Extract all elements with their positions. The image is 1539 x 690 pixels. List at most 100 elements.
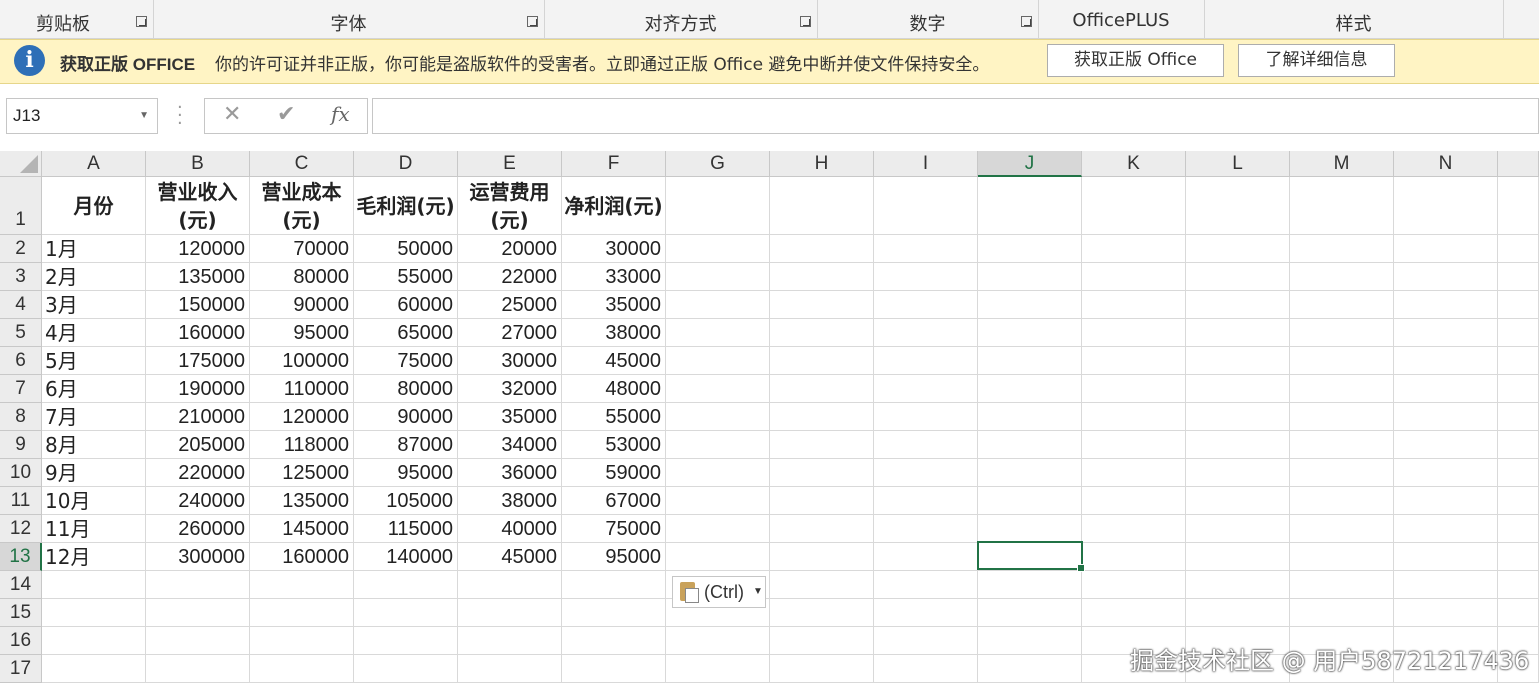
table-cell[interactable] <box>978 459 1082 487</box>
table-cell[interactable]: 35000 <box>562 291 666 319</box>
table-cell[interactable] <box>458 627 562 655</box>
table-cell[interactable] <box>354 655 458 683</box>
table-cell[interactable] <box>1394 403 1498 431</box>
table-cell[interactable]: 140000 <box>354 543 458 571</box>
table-cell[interactable] <box>1082 431 1186 459</box>
table-cell[interactable] <box>562 571 666 599</box>
table-cell[interactable] <box>978 291 1082 319</box>
table-cell[interactable]: 30000 <box>562 235 666 263</box>
table-cell[interactable] <box>1186 319 1290 347</box>
table-cell[interactable]: 120000 <box>250 403 354 431</box>
table-cell[interactable] <box>874 347 978 375</box>
row-header-2[interactable]: 2 <box>0 235 42 263</box>
dialog-launcher-icon[interactable] <box>136 16 147 27</box>
table-cell[interactable] <box>874 627 978 655</box>
table-cell[interactable]: 190000 <box>146 375 250 403</box>
table-cell[interactable]: 20000 <box>458 235 562 263</box>
table-cell[interactable] <box>874 177 978 235</box>
table-cell[interactable]: 38000 <box>458 487 562 515</box>
table-cell[interactable] <box>666 291 770 319</box>
column-header-l[interactable]: L <box>1186 151 1290 177</box>
table-cell[interactable]: 115000 <box>354 515 458 543</box>
column-header-n[interactable]: N <box>1394 151 1498 177</box>
table-cell[interactable]: 5月 <box>42 347 146 375</box>
table-cell[interactable]: 70000 <box>250 235 354 263</box>
table-cell[interactable] <box>1290 431 1394 459</box>
table-cell[interactable]: 38000 <box>562 319 666 347</box>
table-cell[interactable]: 55000 <box>354 263 458 291</box>
cancel-icon[interactable]: ✕ <box>223 102 241 127</box>
table-cell[interactable]: 118000 <box>250 431 354 459</box>
table-cell[interactable]: 65000 <box>354 319 458 347</box>
table-cell[interactable]: 50000 <box>354 235 458 263</box>
table-cell[interactable] <box>770 431 874 459</box>
chevron-down-icon[interactable]: ▼ <box>139 99 149 133</box>
table-cell[interactable]: 6月 <box>42 375 146 403</box>
table-cell[interactable] <box>1082 291 1186 319</box>
table-cell[interactable] <box>1394 177 1498 235</box>
table-cell[interactable] <box>874 235 978 263</box>
table-cell[interactable] <box>1186 291 1290 319</box>
table-cell[interactable]: 67000 <box>562 487 666 515</box>
table-cell[interactable] <box>42 627 146 655</box>
table-cell[interactable] <box>146 627 250 655</box>
table-cell[interactable] <box>666 543 770 571</box>
table-cell[interactable] <box>1394 459 1498 487</box>
table-cell[interactable] <box>1186 571 1290 599</box>
row-header-10[interactable]: 10 <box>0 459 42 487</box>
table-cell[interactable] <box>1186 487 1290 515</box>
table-cell[interactable] <box>458 599 562 627</box>
table-cell[interactable] <box>1082 487 1186 515</box>
table-cell[interactable] <box>1186 263 1290 291</box>
table-cell[interactable]: 1月 <box>42 235 146 263</box>
table-cell[interactable] <box>1290 459 1394 487</box>
table-cell[interactable]: 150000 <box>146 291 250 319</box>
table-cell[interactable]: 59000 <box>562 459 666 487</box>
table-cell[interactable] <box>1498 235 1539 263</box>
table-cell[interactable] <box>1394 543 1498 571</box>
table-cell[interactable] <box>874 319 978 347</box>
table-cell[interactable] <box>978 515 1082 543</box>
table-cell[interactable] <box>978 599 1082 627</box>
table-cell[interactable]: 毛利润(元) <box>354 177 458 235</box>
table-cell[interactable] <box>874 571 978 599</box>
table-cell[interactable]: 53000 <box>562 431 666 459</box>
row-header-4[interactable]: 4 <box>0 291 42 319</box>
table-cell[interactable] <box>250 655 354 683</box>
table-cell[interactable] <box>1498 177 1539 235</box>
column-header-f[interactable]: F <box>562 151 666 177</box>
table-cell[interactable] <box>978 375 1082 403</box>
table-cell[interactable] <box>562 627 666 655</box>
table-cell[interactable]: 7月 <box>42 403 146 431</box>
table-cell[interactable]: 8月 <box>42 431 146 459</box>
table-cell[interactable] <box>770 403 874 431</box>
table-cell[interactable] <box>1394 515 1498 543</box>
table-cell[interactable] <box>770 291 874 319</box>
row-header-16[interactable]: 16 <box>0 627 42 655</box>
table-cell[interactable] <box>1394 291 1498 319</box>
table-cell[interactable] <box>770 515 874 543</box>
table-cell[interactable]: 135000 <box>250 487 354 515</box>
table-cell[interactable] <box>1290 403 1394 431</box>
table-cell[interactable]: 34000 <box>458 431 562 459</box>
table-cell[interactable] <box>1498 459 1539 487</box>
row-header-12[interactable]: 12 <box>0 515 42 543</box>
table-cell[interactable] <box>666 263 770 291</box>
row-header-13[interactable]: 13 <box>0 543 42 571</box>
table-cell[interactable]: 3月 <box>42 291 146 319</box>
table-cell[interactable]: 205000 <box>146 431 250 459</box>
table-cell[interactable] <box>1082 403 1186 431</box>
table-cell[interactable] <box>562 599 666 627</box>
column-header-b[interactable]: B <box>146 151 250 177</box>
table-cell[interactable]: 营业收入(元) <box>146 177 250 235</box>
table-cell[interactable]: 35000 <box>458 403 562 431</box>
table-cell[interactable] <box>978 655 1082 683</box>
table-cell[interactable] <box>666 177 770 235</box>
table-cell[interactable] <box>1082 459 1186 487</box>
table-cell[interactable]: 210000 <box>146 403 250 431</box>
table-cell[interactable]: 55000 <box>562 403 666 431</box>
table-cell[interactable] <box>1082 515 1186 543</box>
table-cell[interactable] <box>874 599 978 627</box>
row-header-14[interactable]: 14 <box>0 571 42 599</box>
table-cell[interactable] <box>1186 235 1290 263</box>
